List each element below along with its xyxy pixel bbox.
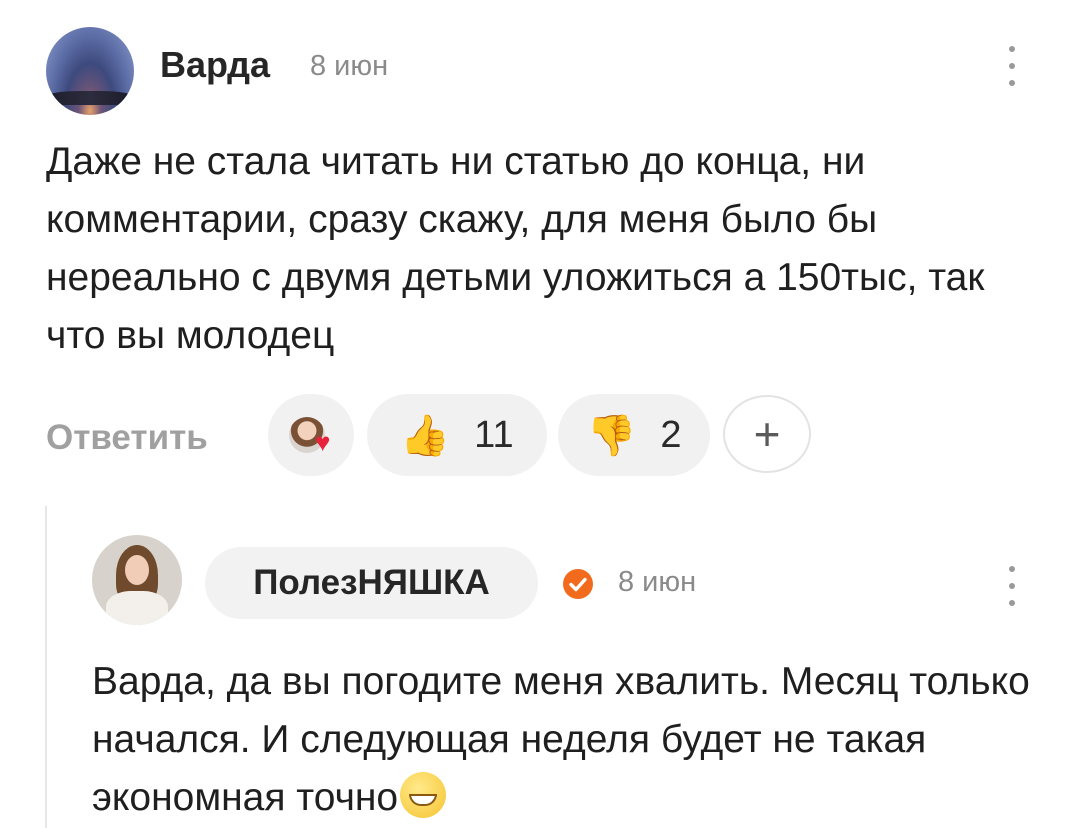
thumbs-up-icon: 👍 — [400, 413, 451, 458]
like-count: 11 — [474, 413, 514, 456]
author-name[interactable]: Варда — [160, 44, 270, 86]
heart-icon: ♥ — [315, 427, 331, 457]
comment-date: 8 июн — [310, 50, 389, 82]
reply-text: Варда, да вы погодите меня хвалить. Меся… — [92, 660, 1030, 819]
verified-icon — [563, 569, 593, 599]
thumbs-down-icon: 👎 — [586, 413, 637, 458]
dislike-count: 2 — [660, 413, 682, 456]
add-reaction-button[interactable]: + — [723, 395, 811, 473]
reply-button[interactable]: Ответить — [46, 418, 208, 458]
more-options-icon[interactable] — [1007, 566, 1017, 606]
comment-date: 8 июн — [618, 566, 697, 598]
author-avatar-mini: ♥ — [289, 417, 330, 457]
author-liked-badge[interactable]: ♥ — [268, 394, 354, 476]
avatar[interactable] — [92, 535, 182, 625]
grinning-face-icon — [400, 772, 447, 818]
comment-text: Даже не стала читать ни статью до конца,… — [46, 140, 985, 357]
thread-line — [45, 506, 47, 828]
more-options-icon[interactable] — [1007, 46, 1017, 86]
like-button[interactable]: 👍 11 — [367, 394, 547, 476]
author-name[interactable]: ПолезНЯШКА — [205, 547, 538, 619]
avatar[interactable] — [46, 27, 134, 115]
comment-text: Варда, да вы погодите меня хвалить. Меся… — [92, 653, 1052, 827]
dislike-button[interactable]: 👎 2 — [558, 394, 710, 476]
